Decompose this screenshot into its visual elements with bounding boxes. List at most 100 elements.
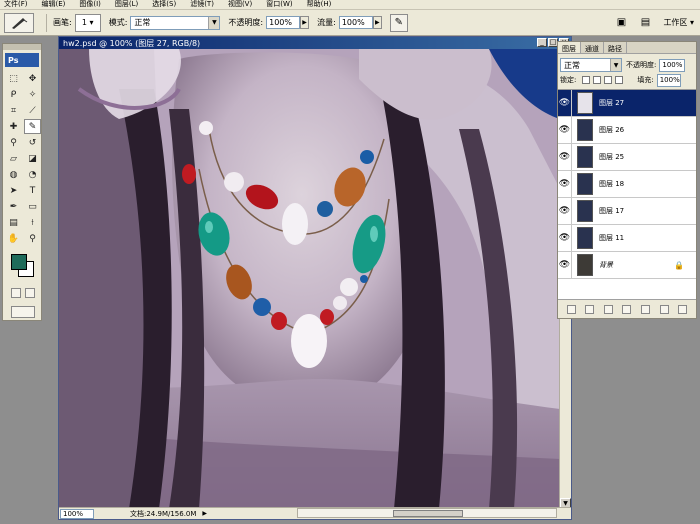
adjustment-layer-icon[interactable] xyxy=(622,304,632,314)
type-tool-icon[interactable]: T xyxy=(24,183,41,198)
chevron-right-icon: ▶ xyxy=(302,19,307,26)
airbrush-toggle[interactable]: ✎ xyxy=(389,13,408,32)
chevron-down-icon: ▼ xyxy=(610,59,621,71)
lasso-tool-icon[interactable]: ᑭ xyxy=(5,87,22,102)
tool-preset-picker[interactable] xyxy=(4,12,34,33)
healing-brush-tool-icon[interactable]: ✚ xyxy=(5,119,22,134)
flow-slider-toggle[interactable]: ▶ xyxy=(372,16,382,29)
photoshop-logo[interactable]: Ps xyxy=(5,53,39,67)
layer-thumbnail xyxy=(577,227,593,249)
layer-row[interactable]: 👁 图层 25 xyxy=(558,143,696,171)
info-menu-icon[interactable]: ▶ xyxy=(202,510,207,517)
lock-position-icon[interactable] xyxy=(604,76,613,84)
menu-select[interactable]: 选择(S) xyxy=(152,0,176,9)
delete-layer-icon[interactable] xyxy=(678,304,688,314)
path-selection-tool-icon[interactable]: ➤ xyxy=(5,183,22,198)
zoom-field[interactable]: 100% xyxy=(60,508,94,519)
slice-tool-icon[interactable]: ⟋ xyxy=(24,103,41,118)
opacity-input[interactable]: 100% xyxy=(266,16,301,29)
eye-icon[interactable]: 👁 xyxy=(558,143,572,171)
blend-mode-select[interactable]: 正常 ▼ xyxy=(560,58,622,72)
new-layer-icon[interactable] xyxy=(659,304,669,314)
fill-value: 100% xyxy=(659,76,680,84)
dodge-tool-icon[interactable]: ◔ xyxy=(24,167,41,182)
file-browser-button[interactable]: ▣ xyxy=(613,14,629,30)
layer-opacity-input[interactable]: 100% xyxy=(659,58,686,72)
flow-label: 流量: xyxy=(317,18,336,27)
mode-label: 模式: xyxy=(108,18,128,27)
menu-file[interactable]: 文件(F) xyxy=(4,0,28,9)
pen-tool-icon[interactable]: ✒ xyxy=(5,199,22,214)
eye-icon[interactable]: 👁 xyxy=(558,89,572,117)
mode-select[interactable]: 正常 ▼ xyxy=(130,15,221,30)
menu-image[interactable]: 图像(I) xyxy=(79,0,101,9)
layer-mask-icon[interactable] xyxy=(603,304,613,314)
opacity-slider-toggle[interactable]: ▶ xyxy=(300,16,310,29)
lock-image-icon[interactable] xyxy=(593,76,602,84)
menu-window[interactable]: 窗口(W) xyxy=(266,0,292,9)
lock-transparency-icon[interactable] xyxy=(582,76,591,84)
layer-name: 背景 xyxy=(599,261,613,269)
document-title: hw2.psd @ 100% (图层 27, RGB/8) xyxy=(63,38,201,48)
eye-icon[interactable]: 👁 xyxy=(558,116,572,144)
menu-layer[interactable]: 图层(L) xyxy=(115,0,138,9)
layer-row[interactable]: 👁 图层 17 xyxy=(558,197,696,225)
eye-icon[interactable]: 👁 xyxy=(558,170,572,198)
layer-name: 图层 17 xyxy=(599,207,625,215)
gradient-tool-icon[interactable]: ◪ xyxy=(24,151,41,166)
eye-icon[interactable]: 👁 xyxy=(558,224,572,252)
chevron-down-icon: ▾ xyxy=(89,18,94,27)
quick-mask-icon[interactable] xyxy=(25,288,35,298)
flow-input[interactable]: 100% xyxy=(338,16,373,29)
layer-row[interactable]: 👁 图层 11 xyxy=(558,224,696,252)
layer-row[interactable]: 👁 背景 🔒 xyxy=(558,251,696,279)
menu-view[interactable]: 视图(V) xyxy=(228,0,252,9)
zoom-tool-icon[interactable]: ⚲ xyxy=(24,231,41,246)
magic-wand-tool-icon[interactable]: ✧ xyxy=(24,87,41,102)
image-canvas[interactable] xyxy=(59,49,560,509)
blur-tool-icon[interactable]: ◍ xyxy=(5,167,22,182)
crop-tool-icon[interactable]: ⌗ xyxy=(5,103,22,118)
workspace-menu[interactable]: 工作区 ▾ xyxy=(663,17,694,28)
brush-tool-icon[interactable]: ✎ xyxy=(24,119,41,134)
painting xyxy=(59,49,560,509)
palette-well-button[interactable]: ▤ xyxy=(637,14,653,30)
eraser-tool-icon[interactable]: ▱ xyxy=(5,151,22,166)
eye-icon[interactable]: 👁 xyxy=(558,197,572,225)
fill-input[interactable]: 100% xyxy=(656,73,681,87)
horizontal-scrollbar[interactable] xyxy=(297,508,557,518)
document-titlebar[interactable]: hw2.psd @ 100% (图层 27, RGB/8) _ □ × xyxy=(59,37,571,49)
lock-all-icon[interactable] xyxy=(615,76,624,84)
menu-help[interactable]: 帮助(H) xyxy=(307,0,332,9)
history-brush-tool-icon[interactable]: ↺ xyxy=(24,135,41,150)
tab-channels[interactable]: 通道 xyxy=(581,42,604,53)
marquee-tool-icon[interactable]: ⬚ xyxy=(5,71,22,86)
link-layers-icon[interactable] xyxy=(566,304,576,314)
tab-paths[interactable]: 路径 xyxy=(604,42,627,53)
menu-filter[interactable]: 滤镜(T) xyxy=(190,0,214,9)
menu-edit[interactable]: 编辑(E) xyxy=(42,0,66,9)
scroll-thumb[interactable] xyxy=(393,510,463,517)
tab-layers[interactable]: 图层 xyxy=(558,42,581,53)
brush-size-picker[interactable]: 1 ▾ xyxy=(74,13,101,32)
layer-thumbnail xyxy=(577,200,593,222)
screen-mode-button[interactable] xyxy=(11,306,35,318)
standard-mode-icon[interactable] xyxy=(11,288,21,298)
layers-panel: 图层 通道 路径 正常 ▼ 不透明度: 100% 锁定: 填充: 100% 👁 … xyxy=(557,41,697,319)
hand-tool-icon[interactable]: ✋ xyxy=(5,231,22,246)
clone-stamp-tool-icon[interactable]: ⚲ xyxy=(5,135,22,150)
layer-row[interactable]: 👁 图层 18 xyxy=(558,170,696,198)
shape-tool-icon[interactable]: ▭ xyxy=(24,199,41,214)
move-tool-icon[interactable]: ✥ xyxy=(24,71,41,86)
layer-row[interactable]: 👁 图层 26 xyxy=(558,116,696,144)
eye-icon[interactable]: 👁 xyxy=(558,251,572,279)
document-window: hw2.psd @ 100% (图层 27, RGB/8) _ □ × xyxy=(58,36,572,520)
toolbox-titlebar[interactable] xyxy=(3,44,41,50)
eyedropper-tool-icon[interactable]: ⟊ xyxy=(24,215,41,230)
new-group-icon[interactable] xyxy=(641,304,651,314)
minimize-icon[interactable]: _ xyxy=(537,38,547,47)
foreground-color-swatch[interactable] xyxy=(11,254,27,270)
notes-tool-icon[interactable]: ▤ xyxy=(5,215,22,230)
layer-style-icon[interactable] xyxy=(585,304,595,314)
layer-row[interactable]: 👁 图层 27 xyxy=(558,89,696,117)
